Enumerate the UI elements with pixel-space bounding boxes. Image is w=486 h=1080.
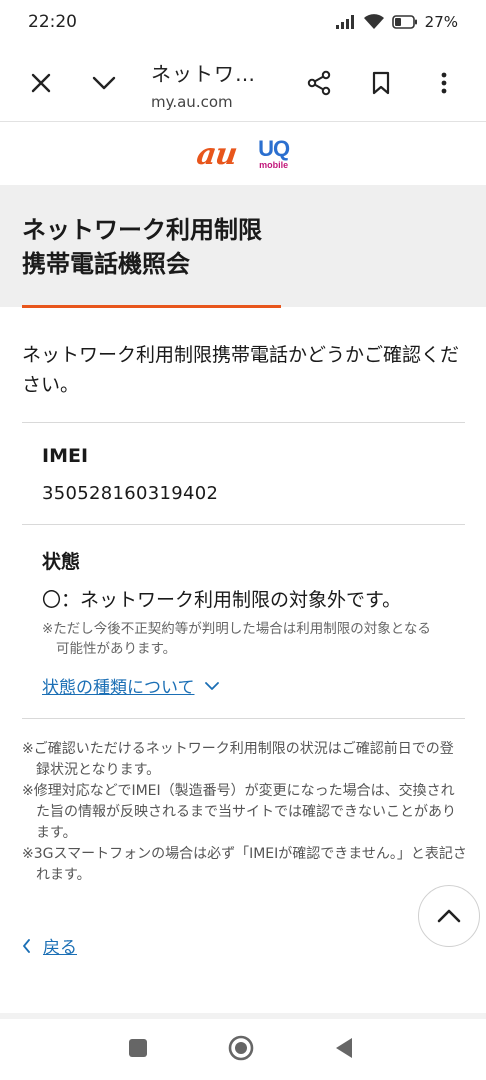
title-accent-bar bbox=[22, 305, 281, 308]
scroll-to-top-button[interactable] bbox=[418, 885, 480, 947]
status-note: ※ただし今後不正契約等が判明した場合は利用制限の対象となる可能性があります。 bbox=[42, 621, 431, 657]
back-link[interactable]: 戻る bbox=[22, 933, 77, 958]
more-vert-icon[interactable] bbox=[420, 44, 468, 122]
chevron-left-icon bbox=[23, 938, 30, 953]
uq-mobile-logo[interactable]: UQ mobile bbox=[258, 138, 290, 170]
battery-percent: 27% bbox=[424, 13, 458, 31]
divider bbox=[22, 524, 465, 525]
bookmark-icon[interactable] bbox=[357, 44, 405, 122]
back-triangle-icon bbox=[336, 1038, 352, 1058]
home-icon bbox=[228, 1035, 254, 1061]
signal-icon bbox=[335, 15, 354, 29]
recents-icon bbox=[129, 1039, 147, 1057]
chevron-up-icon bbox=[437, 909, 461, 923]
au-logo[interactable]: au bbox=[194, 137, 238, 172]
status-label: 状態 bbox=[42, 551, 81, 573]
chevron-down-icon[interactable] bbox=[80, 44, 128, 122]
note-item: ※ご確認いただけるネットワーク利用制限の状況はご確認前日での登録状況となります。 bbox=[22, 741, 454, 778]
title-band: ネットワーク利用制限 携帯電話機照会 bbox=[0, 185, 486, 307]
chevron-down-icon bbox=[204, 681, 219, 690]
back-link-text[interactable]: 戻る bbox=[43, 933, 77, 958]
status-types-link-text[interactable]: 状態の種類について bbox=[42, 673, 195, 698]
share-icon[interactable] bbox=[295, 44, 343, 122]
home-button[interactable] bbox=[211, 1019, 271, 1077]
recents-button[interactable] bbox=[108, 1019, 168, 1077]
status-time: 22:20 bbox=[28, 12, 77, 32]
status-bar: 22:20 27% bbox=[0, 0, 486, 44]
intro-text: ネットワーク利用制限携帯電話かどうかご確認ください。 bbox=[22, 344, 460, 396]
tab-title: ネットワ… bbox=[151, 62, 256, 86]
note-item: ※3Gスマートフォンの場合は必ず「IMEIが確認できません。」と表記されます。 bbox=[22, 846, 467, 883]
divider bbox=[22, 422, 465, 423]
note-item: ※修理対応などでIMEI（製造番号）が変更になった場合は、交換された旨の情報が反… bbox=[22, 783, 456, 841]
system-nav-bar bbox=[0, 1019, 486, 1080]
brand-logos: au UQ mobile bbox=[0, 123, 486, 185]
status-value: 〇：ネットワーク利用制限の対象外です。 bbox=[42, 589, 402, 611]
divider bbox=[22, 718, 465, 719]
browser-toolbar: ネットワ… my.au.com bbox=[0, 44, 486, 122]
tab-info[interactable]: ネットワ… my.au.com bbox=[151, 58, 256, 111]
battery-icon bbox=[391, 15, 417, 29]
back-button[interactable] bbox=[314, 1019, 374, 1077]
close-icon[interactable] bbox=[17, 44, 65, 122]
page-title: ネットワーク利用制限 携帯電話機照会 bbox=[22, 216, 262, 278]
imei-label: IMEI bbox=[42, 445, 89, 467]
status-types-link[interactable]: 状態の種類について bbox=[42, 673, 219, 698]
page-url: my.au.com bbox=[151, 93, 233, 111]
notes-list: ※ご確認いただけるネットワーク利用制限の状況はご確認前日での登録状況となります。… bbox=[22, 739, 467, 886]
wifi-icon bbox=[363, 14, 384, 29]
imei-value: 350528160319402 bbox=[42, 483, 219, 504]
